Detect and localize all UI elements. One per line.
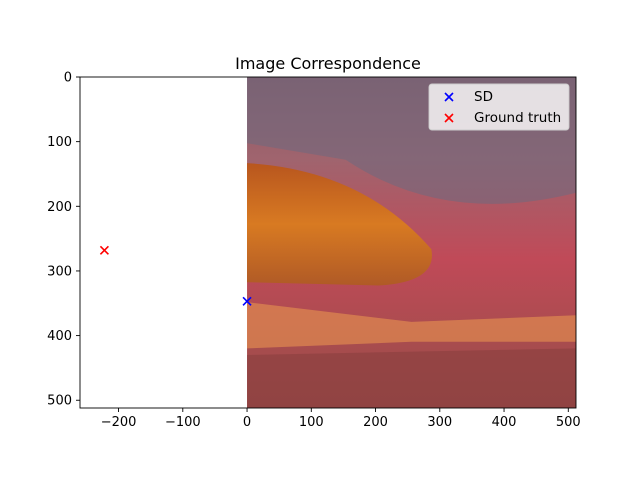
x-tick-label: 200 [363,415,388,430]
y-tick-label: 300 [47,264,72,279]
x-tick-label: 0 [243,415,251,430]
legend-label-ground-truth: Ground truth [474,110,561,126]
chart-figure: Image Correspondence −200 −100 0 100 200 300 4… [47,54,581,430]
point-ground-truth [99,245,109,255]
data-points [99,245,252,306]
x-tick-label: 100 [299,415,324,430]
legend: SD Ground truth [428,83,570,131]
y-tick-label: 100 [47,135,72,150]
x-axis-ticks: −200 −100 0 100 200 300 400 500 [101,408,581,430]
y-tick-label: 200 [47,200,72,215]
y-axis-ticks: 0 100 200 300 400 500 [47,71,80,409]
x-tick-label: 300 [427,415,452,430]
x-tick-label: 500 [556,415,581,430]
legend-label-sd: SD [474,89,493,105]
y-tick-label: 0 [64,71,72,86]
y-tick-label: 400 [47,329,72,344]
x-tick-label: 400 [492,415,517,430]
chart-title: Image Correspondence [235,54,421,73]
x-tick-label: −200 [101,415,137,430]
x-tick-label: −100 [165,415,201,430]
y-tick-label: 500 [47,394,72,409]
